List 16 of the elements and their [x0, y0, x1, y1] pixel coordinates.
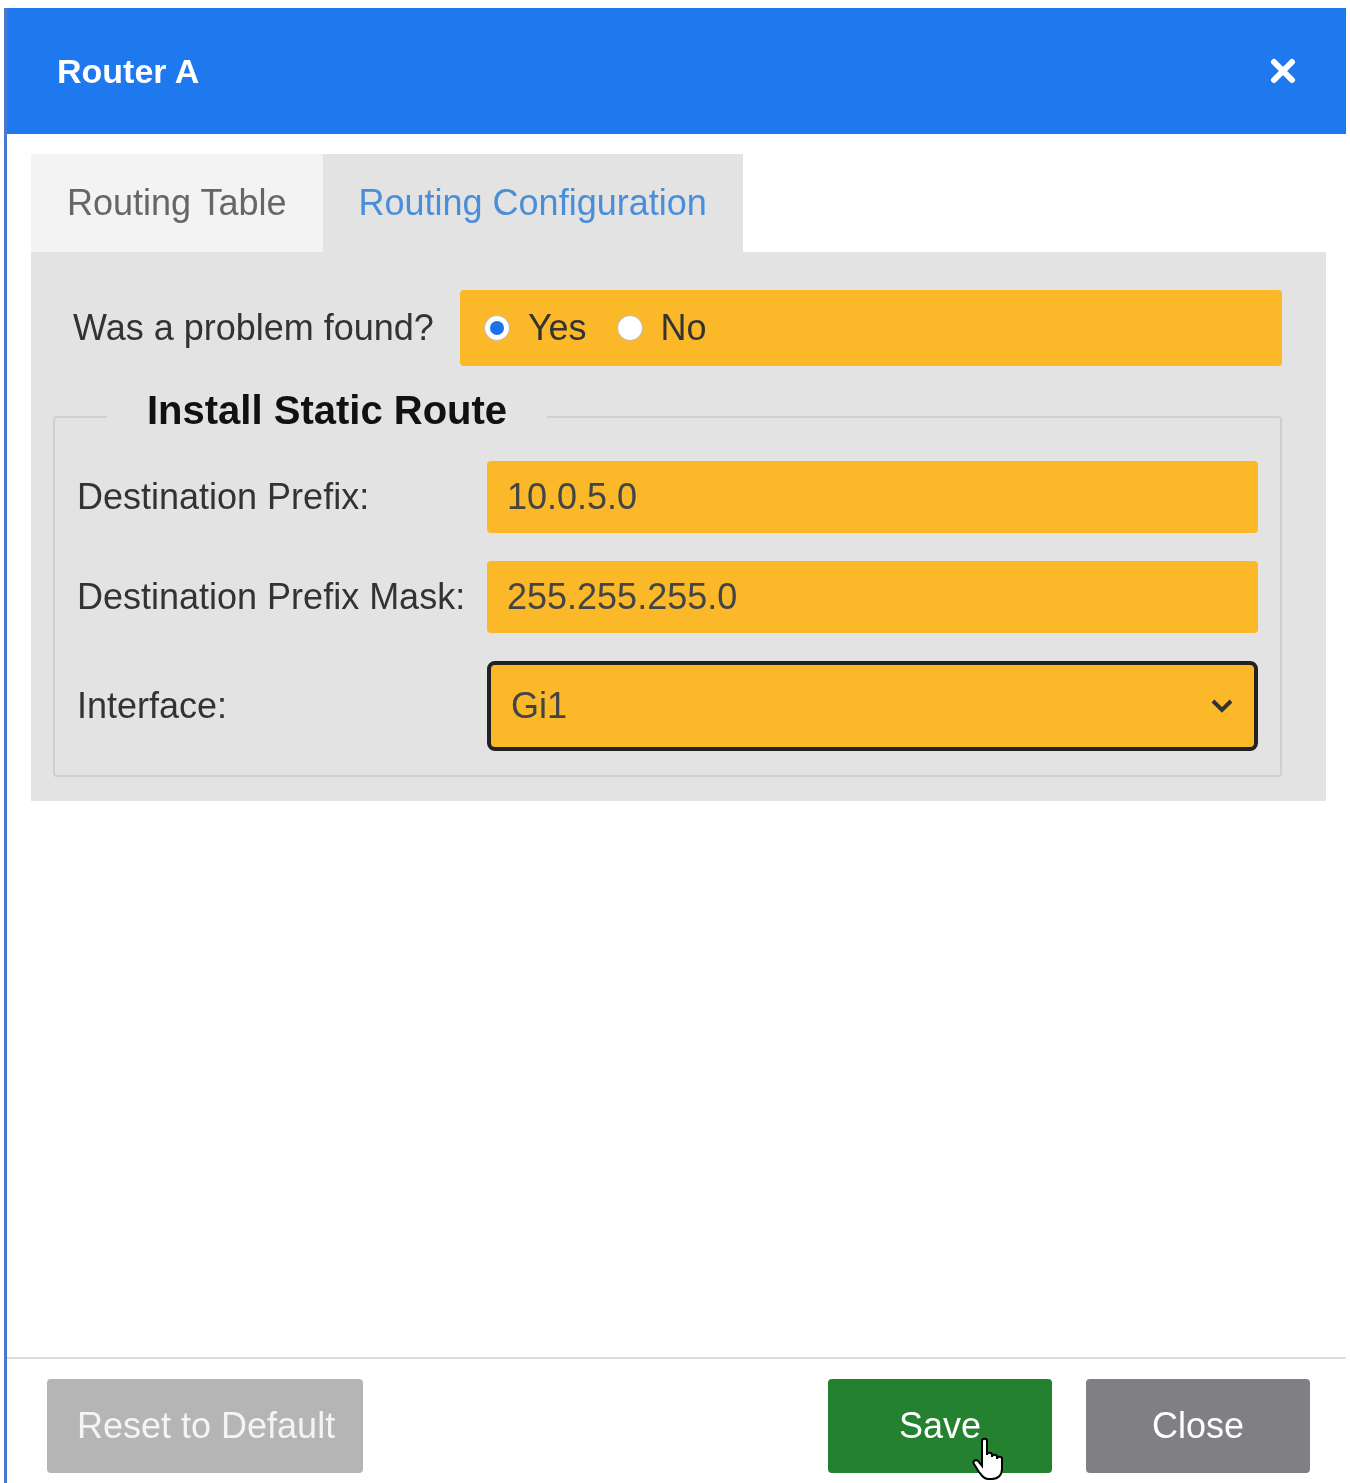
chevron-down-icon — [1210, 698, 1234, 714]
radio-label[interactable]: Yes — [527, 307, 587, 349]
question-label: Was a problem found? — [73, 307, 434, 349]
close-button[interactable]: Close — [1086, 1379, 1310, 1473]
window-title: Router A — [57, 51, 200, 91]
field-label: Destination Prefix Mask: — [77, 576, 467, 618]
radio-button[interactable] — [483, 315, 510, 341]
hand-cursor-icon — [972, 1437, 1006, 1481]
input-field[interactable]: 255.255.255.0 — [487, 561, 1258, 633]
select-field[interactable]: Gi1 — [487, 661, 1258, 751]
input-field[interactable]: 10.0.5.0 — [487, 461, 1258, 533]
close-icon[interactable] — [1270, 58, 1296, 84]
radio-button[interactable] — [616, 315, 643, 341]
field-label: Destination Prefix: — [77, 476, 371, 518]
radio-label[interactable]: No — [660, 307, 707, 349]
field-label: Interface: — [77, 685, 229, 727]
